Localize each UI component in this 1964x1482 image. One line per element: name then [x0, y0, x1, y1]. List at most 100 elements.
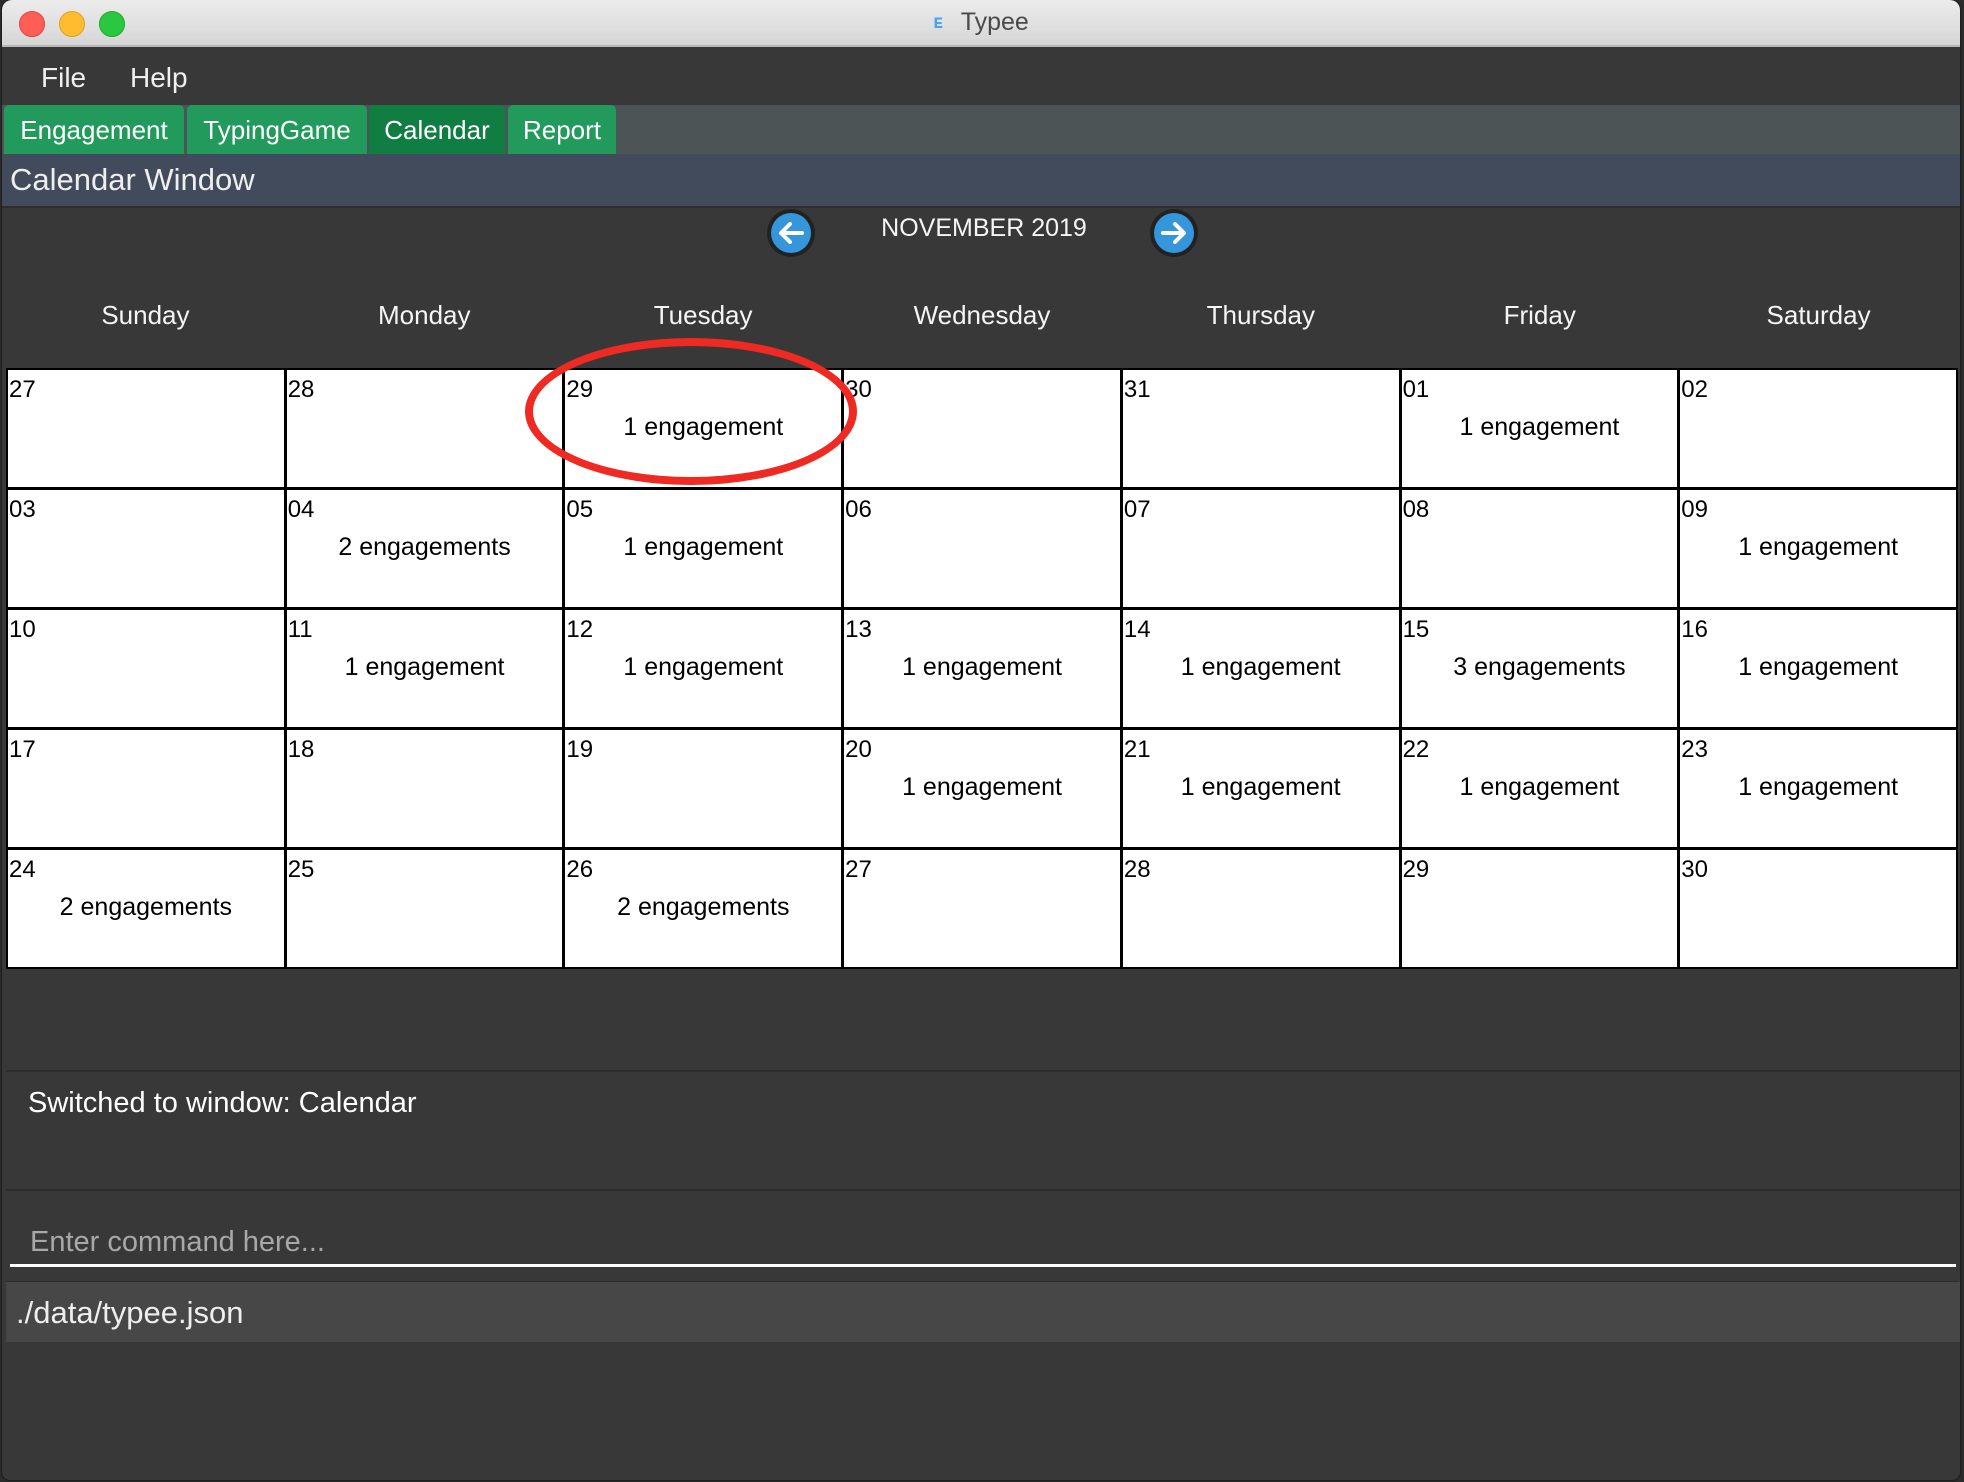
day-number: 31 [1123, 376, 1151, 403]
calendar-day-cell[interactable]: 27 [8, 370, 284, 487]
calendar-day-cell[interactable]: 13 1 engagement [844, 610, 1120, 727]
calendar-day-cell[interactable]: 05 1 engagement [565, 490, 842, 607]
calendar-day-cell[interactable]: 27 [844, 850, 1120, 967]
calendar-day-cell[interactable]: 24 2 engagements [8, 850, 284, 967]
day-number: 05 [566, 496, 594, 523]
next-month-button[interactable] [1150, 209, 1198, 257]
calendar-day-cell[interactable]: 02 [1680, 370, 1956, 487]
result-display: Switched to window: Calendar [6, 1070, 1960, 1191]
engagement-count: 1 engagement [1459, 413, 1620, 441]
calendar-day-cell[interactable]: 28 [286, 370, 563, 487]
day-number: 19 [566, 736, 594, 763]
calendar-day-cell[interactable]: 01 1 engagement [1401, 370, 1678, 487]
day-number: 01 [1402, 376, 1430, 403]
calendar-day-cell[interactable]: 25 [286, 850, 563, 967]
calendar-day-cell[interactable]: 16 1 engagement [1680, 610, 1956, 727]
day-number: 28 [1123, 856, 1151, 883]
calendar-day-cell[interactable]: 19 [565, 730, 842, 847]
page-title: Calendar Window [10, 162, 255, 197]
day-number: 29 [1402, 856, 1430, 883]
engagement-count: 2 engagements [617, 893, 790, 921]
menu-help[interactable]: Help [130, 47, 188, 105]
day-number: 10 [9, 616, 36, 643]
weekday-header-friday: Friday [1503, 300, 1576, 330]
day-number: 17 [9, 736, 36, 763]
weekday-header-saturday: Saturday [1766, 300, 1871, 330]
day-number: 28 [287, 376, 315, 403]
engagement-count: 1 engagement [1738, 653, 1899, 681]
engagement-count: 1 engagement [1459, 773, 1620, 801]
calendar-day-cell[interactable]: 06 [844, 490, 1120, 607]
calendar-day-cell[interactable]: 11 1 engagement [286, 610, 563, 727]
day-number: 24 [9, 856, 36, 883]
calendar-day-cell[interactable]: 14 1 engagement [1122, 610, 1399, 727]
calendar-grid: 27 28 29 1 engagement 30 31 01 1 engagement 02 03… [6, 368, 1958, 969]
window-title: ᴇ Typee [2, 0, 1960, 45]
day-number: 29 [566, 376, 594, 403]
calendar-day-cell[interactable]: 30 [1680, 850, 1956, 967]
day-number: 07 [1123, 496, 1151, 523]
calendar-day-cell[interactable]: 10 [8, 610, 284, 727]
engagement-count: 2 engagements [59, 893, 233, 921]
day-number: 22 [1402, 736, 1430, 763]
day-number: 23 [1681, 736, 1708, 763]
calendar-day-cell[interactable]: 07 [1122, 490, 1399, 607]
calendar-day-cell[interactable]: 03 [8, 490, 284, 607]
command-box [6, 1201, 1958, 1283]
calendar-day-cell[interactable]: 31 [1122, 370, 1399, 487]
engagement-count: 3 engagements [1453, 653, 1626, 681]
arrow-right-icon [1161, 222, 1186, 244]
calendar-day-cell[interactable]: 30 [844, 370, 1120, 487]
day-number: 30 [845, 376, 872, 403]
calendar-day-cell[interactable]: 26 2 engagements [565, 850, 842, 967]
day-number: 12 [566, 616, 594, 643]
calendar-day-cell[interactable]: 18 [286, 730, 563, 847]
calendar-day-cell[interactable]: 21 1 engagement [1122, 730, 1399, 847]
day-number: 18 [287, 736, 315, 763]
day-number: 26 [566, 856, 594, 883]
calendar-day-cell[interactable]: 29 [1401, 850, 1678, 967]
calendar-day-cell[interactable]: 20 1 engagement [844, 730, 1120, 847]
engagement-count: 1 engagement [344, 653, 505, 681]
tab-engagement[interactable]: Engagement [4, 105, 184, 154]
engagement-count: 1 engagement [623, 533, 784, 561]
day-number: 06 [845, 496, 872, 523]
calendar-day-cell[interactable]: 12 1 engagement [565, 610, 842, 727]
calendar-day-cell[interactable]: 17 [8, 730, 284, 847]
engagement-count: 1 engagement [623, 413, 784, 441]
day-number: 03 [9, 496, 36, 523]
engagement-count: 1 engagement [1180, 653, 1341, 681]
day-number: 14 [1123, 616, 1151, 643]
window-header: Calendar Window [2, 154, 1960, 208]
calendar-day-cell[interactable]: 08 [1401, 490, 1678, 607]
engagement-count: 1 engagement [1738, 773, 1899, 801]
tab-report[interactable]: Report [508, 105, 616, 154]
calendar-day-cell[interactable]: 23 1 engagement [1680, 730, 1956, 847]
day-number: 04 [287, 496, 315, 523]
day-number: 13 [845, 616, 872, 643]
engagement-count: 1 engagement [1180, 773, 1341, 801]
tab-typinggame[interactable]: TypingGame [187, 105, 367, 154]
calendar-day-cell[interactable]: 15 3 engagements [1401, 610, 1678, 727]
typee-logo-icon: ᴇ [933, 12, 943, 33]
calendar-day-cell[interactable]: 04 2 engagements [286, 490, 563, 607]
engagement-count: 1 engagement [1738, 533, 1899, 561]
save-location-path: ./data/typee.json [16, 1295, 244, 1330]
weekday-header-wednesday: Wednesday [913, 300, 1051, 330]
command-input[interactable] [10, 1221, 1956, 1267]
calendar-day-cell[interactable]: 29 1 engagement [565, 370, 842, 487]
day-number: 08 [1402, 496, 1430, 523]
day-number: 27 [845, 856, 872, 883]
calendar-day-cell[interactable]: 22 1 engagement [1401, 730, 1678, 847]
day-number: 30 [1681, 856, 1708, 883]
result-text: Switched to window: Calendar [28, 1087, 417, 1119]
day-number: 15 [1402, 616, 1430, 643]
calendar-day-cell[interactable]: 09 1 engagement [1680, 490, 1956, 607]
calendar-day-cell[interactable]: 28 [1122, 850, 1399, 967]
tab-calendar[interactable]: Calendar [369, 105, 505, 154]
menu-file[interactable]: File [41, 47, 86, 105]
weekday-header-tuesday: Tuesday [653, 300, 753, 330]
weekday-header-monday: Monday [378, 300, 471, 330]
title-bar: ᴇ Typee [2, 0, 1960, 47]
weekday-header-sunday: Sunday [101, 300, 190, 330]
